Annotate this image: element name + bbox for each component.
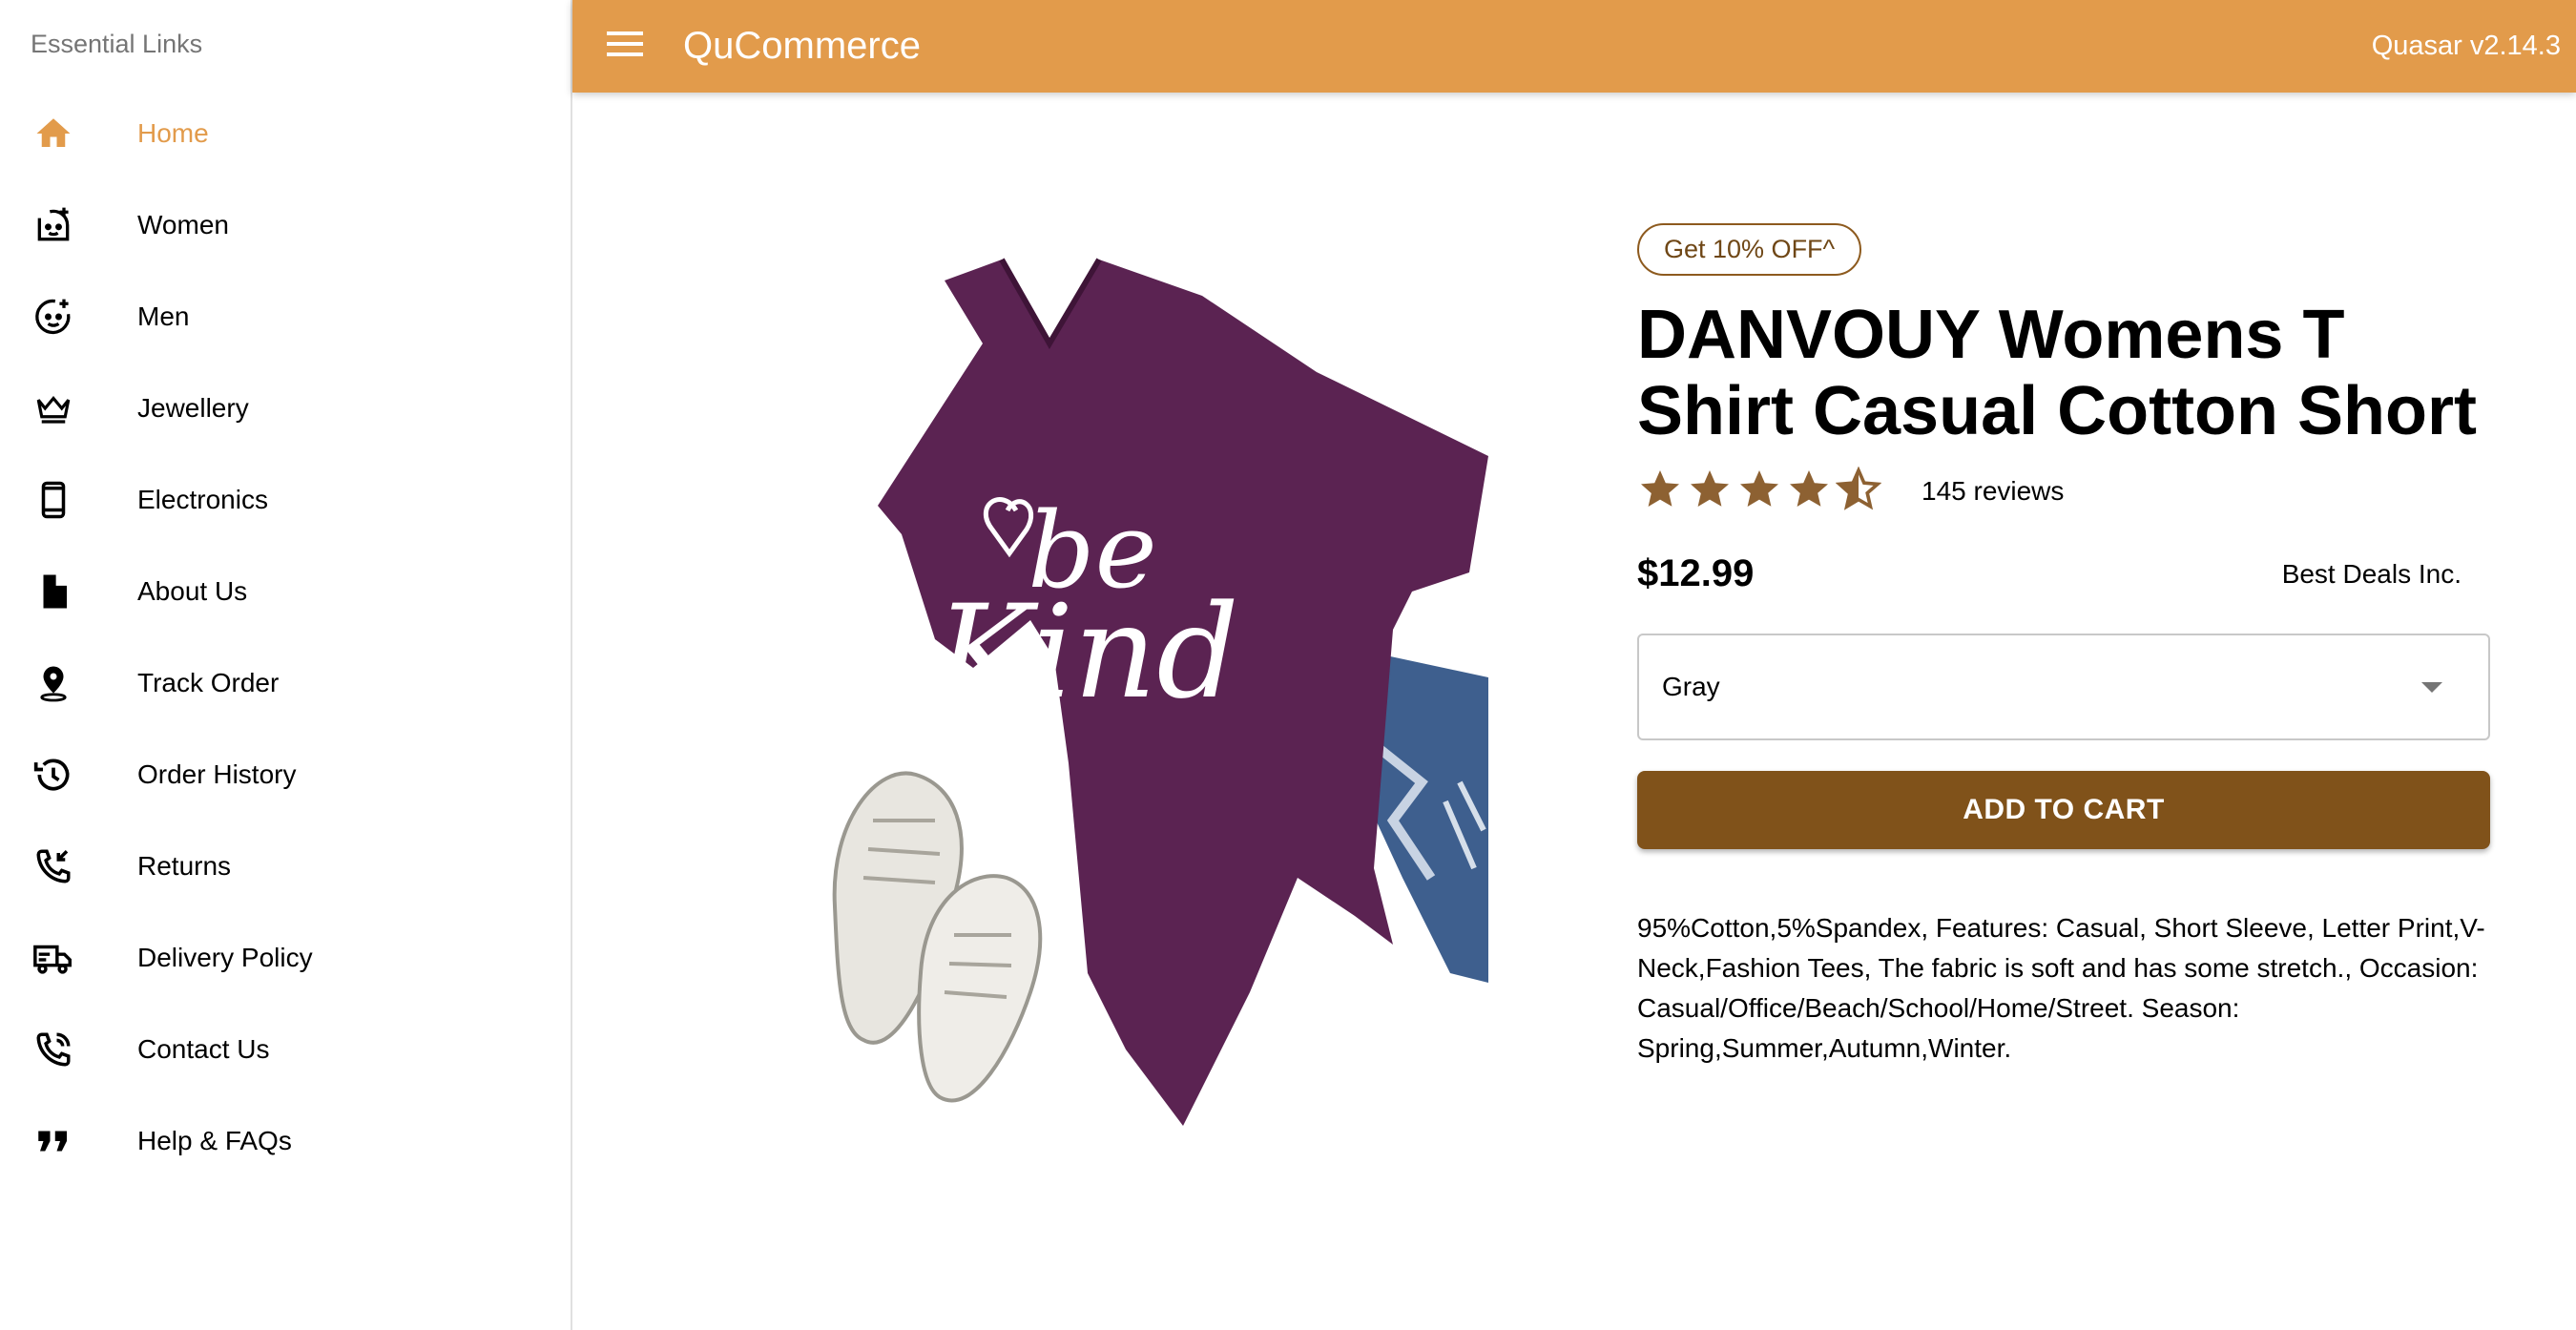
sidebar-item-returns[interactable]: Returns	[0, 821, 571, 912]
sidebar-item-order-history[interactable]: Order History	[0, 729, 571, 821]
home-icon	[31, 111, 76, 156]
sidebar-item-help-faqs[interactable]: Help & FAQs	[0, 1095, 571, 1187]
face-man-icon	[31, 294, 76, 340]
sidebar-item-label: About Us	[137, 576, 248, 606]
delivery-truck-icon	[31, 935, 76, 981]
product-image: be Kind	[668, 210, 1507, 1126]
sidebar-item-label: Track Order	[137, 668, 280, 697]
add-to-cart-button[interactable]: ADD TO CART	[1637, 771, 2490, 849]
app-title: QuCommerce	[683, 25, 921, 67]
sidebar-item-label: Delivery Policy	[137, 943, 313, 972]
star-icon	[1786, 467, 1832, 517]
seller-name: Best Deals Inc.	[2281, 558, 2462, 589]
promo-chip[interactable]: Get 10% OFF^	[1637, 223, 1862, 276]
sidebar-item-label: Contact Us	[137, 1034, 270, 1064]
sidebar-item-electronics[interactable]: Electronics	[0, 454, 571, 546]
sidebar-item-home[interactable]: Home	[0, 88, 571, 179]
sidebar-item-label: Returns	[137, 851, 232, 881]
sidebar-item-label: Home	[137, 118, 209, 148]
sneakers-graphic	[832, 771, 1043, 1103]
star-icon	[1736, 467, 1782, 517]
sidebar-item-label: Men	[137, 301, 190, 331]
document-icon	[31, 569, 76, 614]
face-woman-icon	[31, 202, 76, 248]
quote-icon	[31, 1118, 76, 1164]
app-header: QuCommerce Quasar v2.14.3	[572, 0, 2576, 93]
sidebar-item-label: Order History	[137, 759, 297, 789]
sidebar-drawer: Essential Links Home Women Men Jewellery…	[0, 0, 572, 1330]
history-icon	[31, 752, 76, 798]
menu-icon	[607, 30, 645, 63]
location-pin-icon	[31, 660, 76, 706]
color-select-value: Gray	[1662, 672, 1720, 701]
product-description: 95%Cotton,5%Spandex, Features: Casual, S…	[1637, 913, 2485, 1063]
phone-icon	[31, 477, 76, 523]
sidebar-item-label: Help & FAQs	[137, 1126, 292, 1155]
reviews-count: 145 reviews	[1922, 476, 2065, 506]
shirt-print-line2: Kind	[933, 577, 1238, 727]
star-half-icon	[1835, 466, 1882, 517]
crown-icon	[31, 385, 76, 431]
sidebar-item-label: Jewellery	[137, 393, 249, 423]
star-rating[interactable]	[1637, 466, 1882, 517]
app-root: Essential Links Home Women Men Jewellery…	[0, 0, 2576, 1330]
color-select[interactable]: Gray	[1637, 634, 2490, 740]
sidebar-item-women[interactable]: Women	[0, 179, 571, 271]
rating-row: 145 reviews	[1637, 466, 2490, 517]
sidebar-header: Essential Links	[31, 29, 203, 58]
product-price: $12.99	[1637, 552, 1755, 594]
star-icon	[1687, 467, 1733, 517]
sidebar-item-label: Electronics	[137, 485, 268, 514]
sidebar-item-label: Women	[137, 210, 229, 239]
menu-button[interactable]	[599, 20, 653, 73]
product-title: DANVOUY Womens T Shirt Casual Cotton Sho…	[1637, 297, 2477, 449]
product-details: Get 10% OFF^ DANVOUY Womens T Shirt Casu…	[1637, 223, 2490, 1069]
sidebar-item-contact-us[interactable]: Contact Us	[0, 1004, 571, 1095]
dropdown-caret-icon	[2421, 681, 2442, 693]
phone-in-talk-icon	[31, 1027, 76, 1072]
sidebar-item-track-order[interactable]: Track Order	[0, 637, 571, 729]
sidebar-item-jewellery[interactable]: Jewellery	[0, 363, 571, 454]
sidebar-item-about-us[interactable]: About Us	[0, 546, 571, 637]
sidebar-item-delivery-policy[interactable]: Delivery Policy	[0, 912, 571, 1004]
sidebar-item-men[interactable]: Men	[0, 271, 571, 363]
star-icon	[1637, 467, 1683, 517]
version-label: Quasar v2.14.3	[2371, 31, 2561, 61]
price-row: $12.99 Best Deals Inc.	[1637, 552, 2490, 595]
phone-callback-icon	[31, 843, 76, 889]
